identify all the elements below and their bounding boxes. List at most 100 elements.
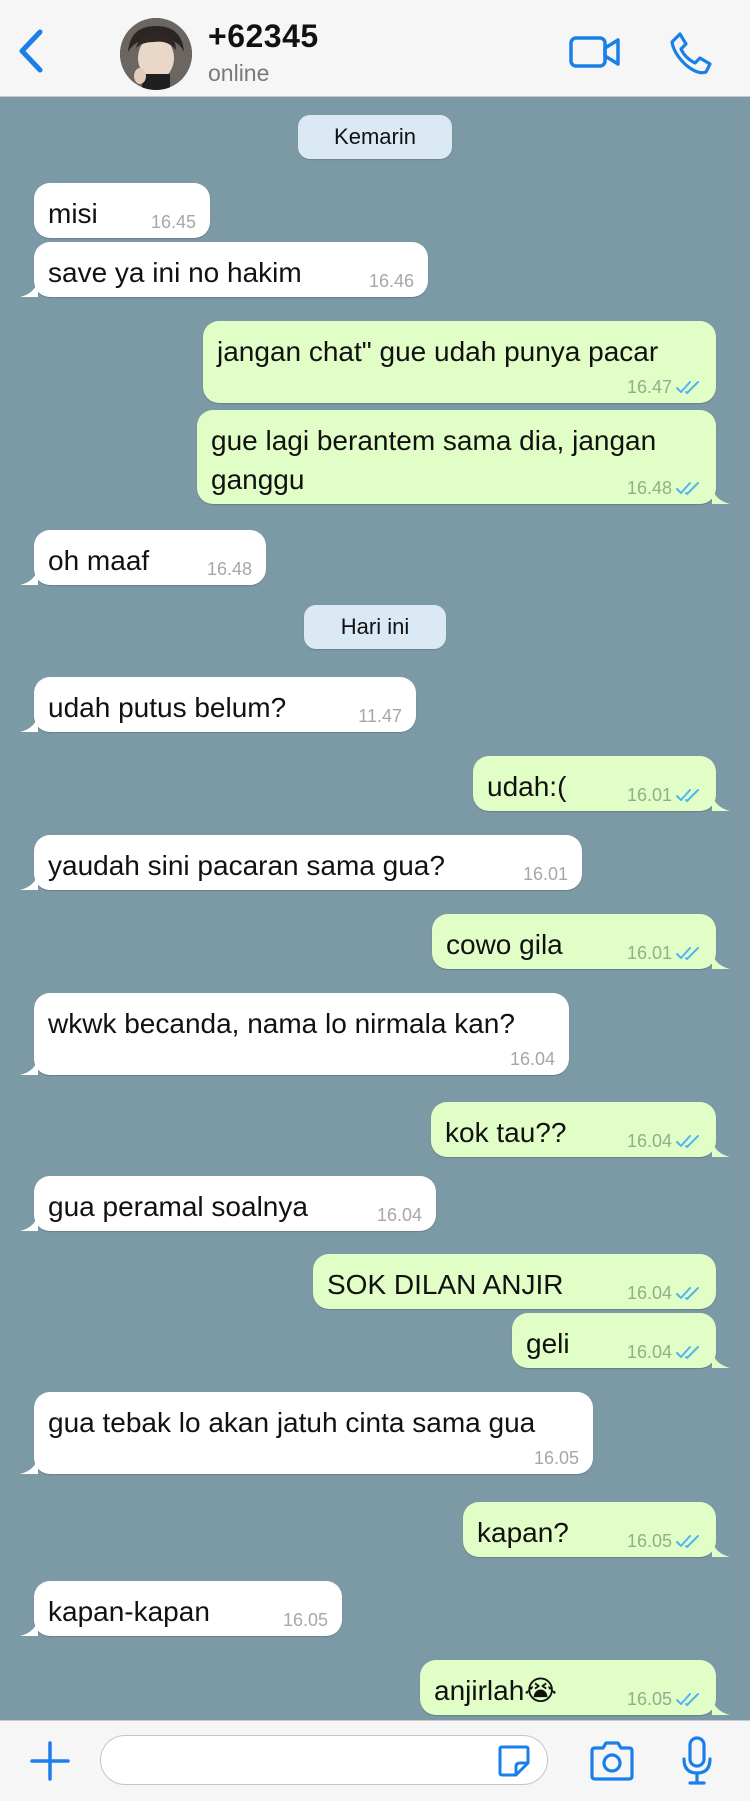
message-time: 16.47 <box>626 377 672 397</box>
message-meta: 16.04 <box>627 1342 702 1362</box>
incoming-message[interactable]: yaudah sini pacaran sama gua? 16.01 <box>20 835 582 890</box>
message-time: 16.05 <box>533 1448 579 1468</box>
read-ticks-icon <box>676 381 699 394</box>
message-meta: 16.48 <box>627 478 702 498</box>
message-meta: 16.47 <box>627 377 702 397</box>
incoming-message[interactable]: misi 16.45 <box>34 183 210 238</box>
contact-name[interactable]: +62345 <box>208 18 319 55</box>
message-input[interactable] <box>100 1735 548 1785</box>
message-text: gua peramal soalnya <box>48 1191 308 1222</box>
bubble-tail <box>20 567 38 585</box>
message-meta: 16.05 <box>534 1448 579 1468</box>
incoming-message[interactable]: oh maaf 16.48 <box>20 530 266 585</box>
sticker-icon[interactable] <box>496 1743 532 1779</box>
message-time: 16.05 <box>626 1689 672 1709</box>
message-time: 16.04 <box>376 1205 422 1225</box>
message-text: udah putus belum? <box>48 692 287 723</box>
date-separator: Hari ini <box>304 605 446 649</box>
bubble-tail <box>712 951 730 969</box>
message-meta: 16.01 <box>627 785 702 805</box>
bubble-tail <box>20 1456 38 1474</box>
message-meta: 16.01 <box>523 864 568 884</box>
message-meta: 16.04 <box>377 1205 422 1225</box>
incoming-message[interactable]: gua peramal soalnya 16.04 <box>20 1176 436 1231</box>
bubble-tail <box>712 1350 730 1368</box>
bubble-tail <box>20 714 38 732</box>
camera-icon[interactable] <box>588 1739 636 1783</box>
message-text: gua tebak lo akan jatuh cinta sama gua <box>48 1407 536 1438</box>
incoming-message[interactable]: kapan-kapan 16.05 <box>20 1581 342 1636</box>
outgoing-message[interactable]: kok tau?? 16.04 <box>431 1102 730 1157</box>
microphone-icon[interactable] <box>680 1735 714 1787</box>
message-meta: 16.46 <box>369 271 414 291</box>
message-time: 16.05 <box>626 1531 672 1551</box>
message-meta: 16.05 <box>627 1531 702 1551</box>
outgoing-message[interactable]: gue lagi berantem sama dia, jangan ganggu… <box>197 410 730 504</box>
outgoing-message[interactable]: cowo gila 16.01 <box>432 914 730 969</box>
message-meta: 16.05 <box>627 1689 702 1709</box>
message-time: 16.04 <box>626 1131 672 1151</box>
bubble-tail <box>712 486 730 504</box>
message-time: 16.46 <box>368 271 414 291</box>
incoming-message[interactable]: save ya ini no hakim 16.46 <box>20 242 428 297</box>
message-time: 16.04 <box>626 1342 672 1362</box>
outgoing-message[interactable]: jangan chat" gue udah punya pacar 16.47 <box>203 321 716 403</box>
outgoing-message[interactable]: kapan? 16.05 <box>463 1502 730 1557</box>
read-ticks-icon <box>676 1135 699 1148</box>
bubble-tail <box>712 793 730 811</box>
contact-status: online <box>208 60 270 86</box>
message-time: 16.01 <box>626 943 672 963</box>
outgoing-message[interactable]: geli 16.04 <box>512 1313 730 1368</box>
read-ticks-icon <box>676 1693 699 1706</box>
phone-icon[interactable] <box>668 30 714 76</box>
message-time: 16.01 <box>522 864 568 884</box>
read-ticks-icon <box>676 1346 699 1359</box>
message-time: 16.48 <box>626 478 672 498</box>
message-time: 16.04 <box>509 1049 555 1069</box>
message-text: wkwk becanda, nama lo nirmala kan? <box>48 1008 515 1039</box>
read-ticks-icon <box>676 482 699 495</box>
message-meta: 16.04 <box>627 1131 702 1151</box>
contact-avatar[interactable] <box>120 18 192 90</box>
message-time: 11.47 <box>358 706 402 726</box>
message-meta: 16.04 <box>510 1049 555 1069</box>
bubble-tail <box>712 1139 730 1157</box>
read-ticks-icon <box>676 1287 699 1300</box>
bubble-tail <box>712 1539 730 1557</box>
message-meta: 16.45 <box>151 212 196 232</box>
message-list[interactable]: Kemarin misi 16.45 save ya ini no hakim 16.4… <box>0 97 750 1720</box>
message-time: 16.04 <box>626 1283 672 1303</box>
message-time: 16.01 <box>626 785 672 805</box>
bubble-tail <box>712 1697 730 1715</box>
message-meta: 16.04 <box>627 1283 702 1303</box>
composer-bar <box>0 1720 750 1801</box>
date-separator: Kemarin <box>298 115 452 159</box>
bubble-tail <box>20 279 38 297</box>
outgoing-message[interactable]: anjirlah😭 16.05 <box>420 1660 730 1715</box>
message-meta: 16.05 <box>283 1610 328 1630</box>
message-time: 16.05 <box>282 1610 328 1630</box>
back-chevron-icon[interactable] <box>14 28 48 74</box>
incoming-message[interactable]: udah putus belum? 11.47 <box>20 677 416 732</box>
video-call-icon[interactable] <box>568 32 622 72</box>
incoming-message[interactable]: wkwk becanda, nama lo nirmala kan? 16.04 <box>20 993 569 1075</box>
read-ticks-icon <box>676 789 699 802</box>
plus-icon[interactable] <box>28 1739 72 1783</box>
read-ticks-icon <box>676 947 699 960</box>
incoming-message[interactable]: gua tebak lo akan jatuh cinta sama gua 16… <box>20 1392 593 1474</box>
outgoing-message[interactable]: udah:(16.01 <box>473 756 730 811</box>
message-text: jangan chat" gue udah punya pacar <box>217 336 659 367</box>
bubble-tail <box>20 1057 38 1075</box>
message-time: 16.48 <box>206 559 252 579</box>
message-meta: 16.01 <box>627 943 702 963</box>
bubble-tail <box>20 872 38 890</box>
outgoing-message[interactable]: SOK DILAN ANJIR 16.04 <box>313 1254 716 1309</box>
chat-header: +62345 online <box>0 0 750 97</box>
bubble-tail <box>20 1618 38 1636</box>
bubble-tail <box>20 1213 38 1231</box>
message-meta: 11.47 <box>358 706 402 726</box>
message-text: yaudah sini pacaran sama gua? <box>48 850 445 881</box>
message-text: gue lagi berantem sama dia, jangan <box>211 425 657 456</box>
read-ticks-icon <box>676 1535 699 1548</box>
message-meta: 16.48 <box>207 559 252 579</box>
